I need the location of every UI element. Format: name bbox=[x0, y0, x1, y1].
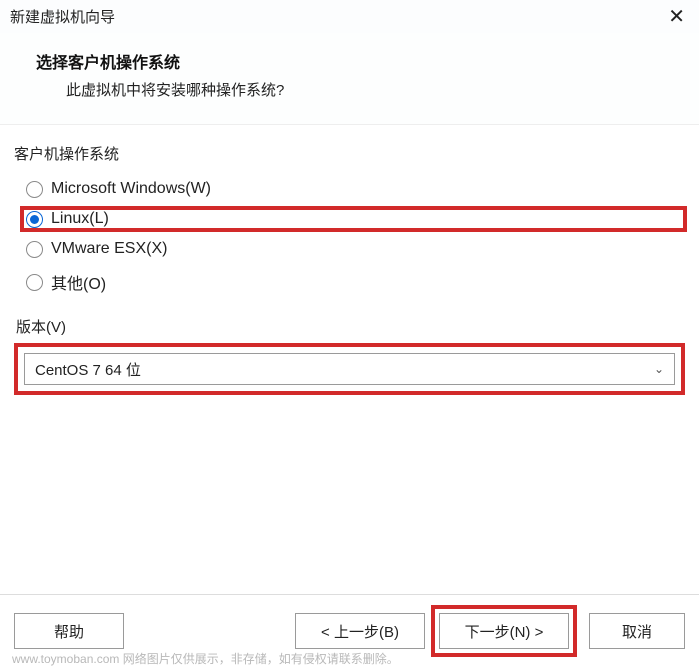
radio-windows[interactable]: Microsoft Windows(W) bbox=[22, 178, 685, 200]
radio-icon bbox=[26, 211, 43, 228]
radio-vmware-esx[interactable]: VMware ESX(X) bbox=[22, 238, 685, 260]
next-button[interactable]: 下一步(N) > bbox=[439, 613, 569, 649]
radio-label: 其他(O) bbox=[51, 270, 106, 294]
os-radio-group: Microsoft Windows(W) Linux(L) VMware ESX… bbox=[14, 178, 685, 296]
radio-label: VMware ESX(X) bbox=[51, 240, 167, 258]
wizard-content: 客户机操作系统 Microsoft Windows(W) Linux(L) VM… bbox=[0, 125, 699, 395]
wizard-header: 选择客户机操作系统 此虚拟机中将安装哪种操作系统? bbox=[0, 33, 699, 125]
os-group-label: 客户机操作系统 bbox=[14, 143, 685, 164]
version-selected-value: CentOS 7 64 位 bbox=[35, 359, 141, 380]
radio-icon bbox=[26, 241, 43, 258]
next-highlight-box: 下一步(N) > bbox=[431, 605, 577, 657]
radio-icon bbox=[26, 274, 43, 291]
chevron-down-icon: ⌄ bbox=[654, 362, 664, 376]
cancel-button[interactable]: 取消 bbox=[589, 613, 685, 649]
page-title: 选择客户机操作系统 bbox=[36, 49, 689, 73]
wizard-footer: 帮助 < 上一步(B) 下一步(N) > 取消 bbox=[0, 594, 699, 667]
close-icon[interactable]: ✕ bbox=[668, 7, 685, 27]
version-highlight-box: CentOS 7 64 位 ⌄ bbox=[14, 343, 685, 395]
radio-other[interactable]: 其他(O) bbox=[22, 268, 685, 296]
help-button[interactable]: 帮助 bbox=[14, 613, 124, 649]
radio-label: Microsoft Windows(W) bbox=[51, 180, 211, 198]
radio-linux[interactable]: Linux(L) bbox=[22, 208, 685, 230]
page-subtitle: 此虚拟机中将安装哪种操作系统? bbox=[36, 79, 689, 100]
titlebar: 新建虚拟机向导 ✕ bbox=[0, 0, 699, 33]
radio-icon bbox=[26, 181, 43, 198]
radio-label: Linux(L) bbox=[51, 210, 109, 228]
back-button[interactable]: < 上一步(B) bbox=[295, 613, 425, 649]
version-select[interactable]: CentOS 7 64 位 ⌄ bbox=[24, 353, 675, 385]
version-section: 版本(V) CentOS 7 64 位 ⌄ bbox=[14, 316, 685, 395]
window-title: 新建虚拟机向导 bbox=[10, 6, 115, 27]
version-label: 版本(V) bbox=[14, 316, 685, 337]
